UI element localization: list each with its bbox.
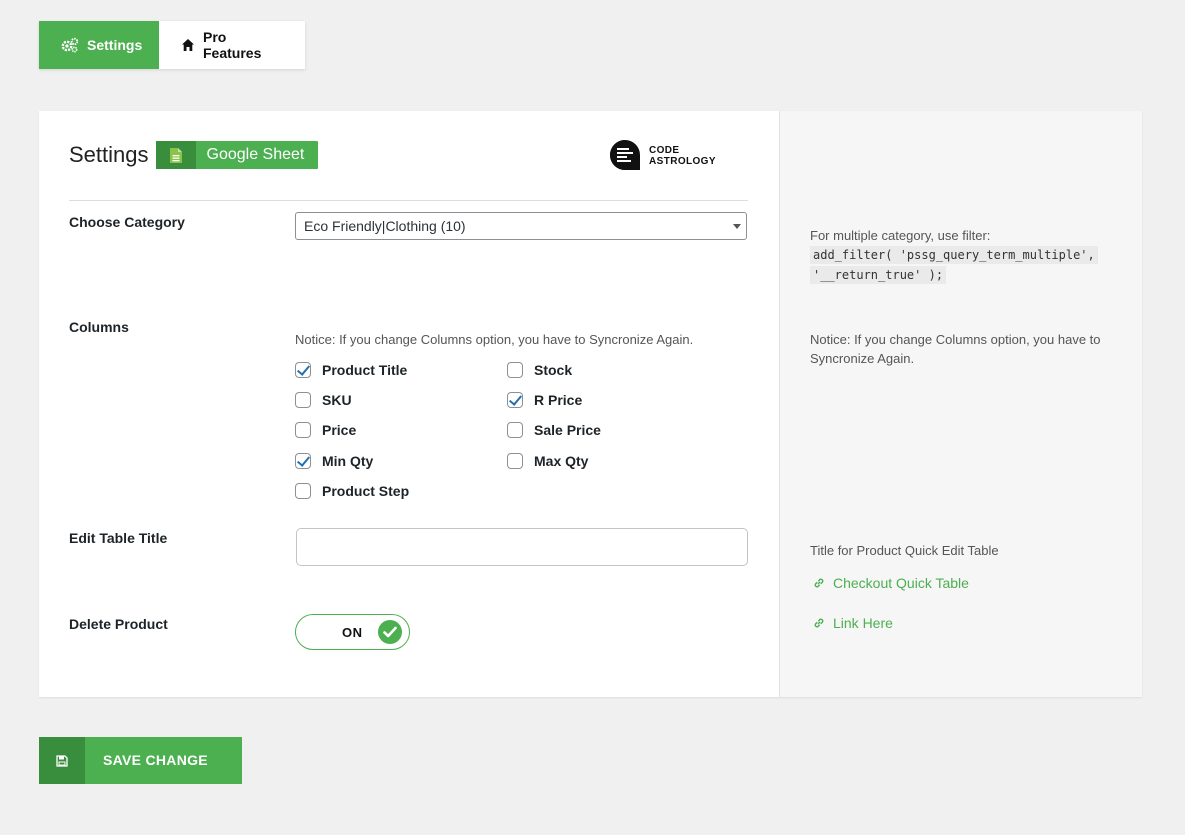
gears-icon bbox=[61, 37, 79, 53]
columns-label: Columns bbox=[69, 319, 129, 335]
category-select[interactable]: Eco Friendly|Clothing (10) bbox=[295, 212, 747, 240]
tab-settings-label: Settings bbox=[87, 37, 143, 53]
checkbox[interactable] bbox=[295, 362, 311, 378]
checkbox-label: Product Step bbox=[322, 483, 410, 499]
category-hint: For multiple category, use filter: add_f… bbox=[810, 226, 1098, 285]
delete-product-label: Delete Product bbox=[69, 616, 168, 632]
check-icon bbox=[378, 620, 402, 644]
link-here-label: Link Here bbox=[833, 615, 893, 631]
home-icon bbox=[181, 38, 195, 52]
column-checkbox-product-step[interactable]: Product Step bbox=[295, 483, 409, 499]
checkout-quick-table-link[interactable]: Checkout Quick Table bbox=[813, 575, 969, 591]
table-title-hint: Title for Product Quick Edit Table bbox=[810, 543, 999, 558]
save-change-label: SAVE CHANGE bbox=[103, 752, 208, 768]
heading-divider bbox=[69, 200, 748, 201]
code-astrology-logo: CODE ASTROLOGY bbox=[609, 139, 716, 172]
tab-pro-features[interactable]: Pro Features bbox=[159, 21, 305, 69]
settings-panel: Settings Google Sheet CODE ASTROLOGY Cho… bbox=[39, 111, 1142, 697]
category-filter-code-2: '__return_true' ); bbox=[810, 266, 947, 284]
checkbox-label: SKU bbox=[322, 392, 352, 408]
tab-settings[interactable]: Settings bbox=[39, 21, 159, 69]
table-title-input[interactable] bbox=[296, 528, 748, 566]
checkbox[interactable] bbox=[295, 483, 311, 499]
checkbox-label: Product Title bbox=[322, 362, 408, 378]
chevron-down-icon bbox=[733, 224, 741, 229]
page-title: Settings bbox=[69, 142, 149, 167]
checkbox-label: Min Qty bbox=[322, 453, 374, 469]
checkbox-label: R Price bbox=[534, 392, 583, 408]
delete-product-toggle[interactable]: ON bbox=[295, 614, 410, 650]
column-checkbox-max-qty[interactable]: Max Qty bbox=[507, 453, 588, 469]
save-icon bbox=[39, 737, 85, 784]
tab-pro-features-label: Pro Features bbox=[203, 29, 262, 61]
column-checkbox-stock[interactable]: Stock bbox=[507, 362, 572, 378]
checkbox-label: Stock bbox=[534, 362, 573, 378]
edit-table-title-label: Edit Table Title bbox=[69, 530, 168, 546]
logo-text-line1: CODE bbox=[649, 144, 680, 156]
checkbox[interactable] bbox=[295, 453, 311, 469]
checkbox[interactable] bbox=[507, 422, 523, 438]
columns-notice-side: Notice: If you change Columns option, yo… bbox=[810, 332, 1101, 366]
checkbox[interactable] bbox=[507, 362, 523, 378]
category-select-value: Eco Friendly|Clothing (10) bbox=[304, 218, 466, 234]
logo-text-line2: ASTROLOGY bbox=[649, 155, 716, 167]
checkbox-label: Max Qty bbox=[534, 453, 589, 469]
column-checkbox-sku[interactable]: SKU bbox=[295, 392, 352, 408]
column-checkbox-price[interactable]: Price bbox=[295, 422, 356, 438]
column-checkbox-min-qty[interactable]: Min Qty bbox=[295, 453, 373, 469]
logo-mark-icon bbox=[610, 140, 640, 170]
checkbox[interactable] bbox=[507, 453, 523, 469]
link-icon bbox=[813, 577, 825, 589]
sheet-icon bbox=[155, 141, 196, 169]
google-sheet-label: Google Sheet bbox=[206, 146, 305, 163]
column-checkbox-r-price[interactable]: R Price bbox=[507, 392, 582, 408]
column-checkbox-sale-price[interactable]: Sale Price bbox=[507, 422, 601, 438]
category-hint-text: For multiple category, use filter: bbox=[810, 228, 991, 243]
logo-text: CODE ASTROLOGY bbox=[649, 145, 716, 167]
columns-notice: Notice: If you change Columns option, yo… bbox=[295, 332, 694, 347]
checkout-quick-table-label: Checkout Quick Table bbox=[833, 575, 969, 591]
toggle-state-label: ON bbox=[342, 625, 363, 640]
checkbox[interactable] bbox=[295, 422, 311, 438]
checkbox-label: Sale Price bbox=[534, 422, 601, 438]
checkbox-label: Price bbox=[322, 422, 357, 438]
top-tabs: Settings Pro Features bbox=[39, 21, 305, 69]
choose-category-label: Choose Category bbox=[69, 214, 185, 230]
category-filter-code-1: add_filter( 'pssg_query_term_multiple', bbox=[810, 246, 1098, 264]
help-sidebar: For multiple category, use filter: add_f… bbox=[779, 111, 1142, 697]
link-here-link[interactable]: Link Here bbox=[813, 615, 893, 631]
column-checkbox-product-title[interactable]: Product Title bbox=[295, 362, 407, 378]
google-sheet-badge: Google Sheet bbox=[155, 141, 319, 169]
checkbox[interactable] bbox=[295, 392, 311, 408]
checkbox[interactable] bbox=[507, 392, 523, 408]
link-icon bbox=[813, 617, 825, 629]
save-change-button[interactable]: SAVE CHANGE bbox=[39, 737, 242, 784]
panel-heading: Settings Google Sheet bbox=[69, 141, 319, 169]
